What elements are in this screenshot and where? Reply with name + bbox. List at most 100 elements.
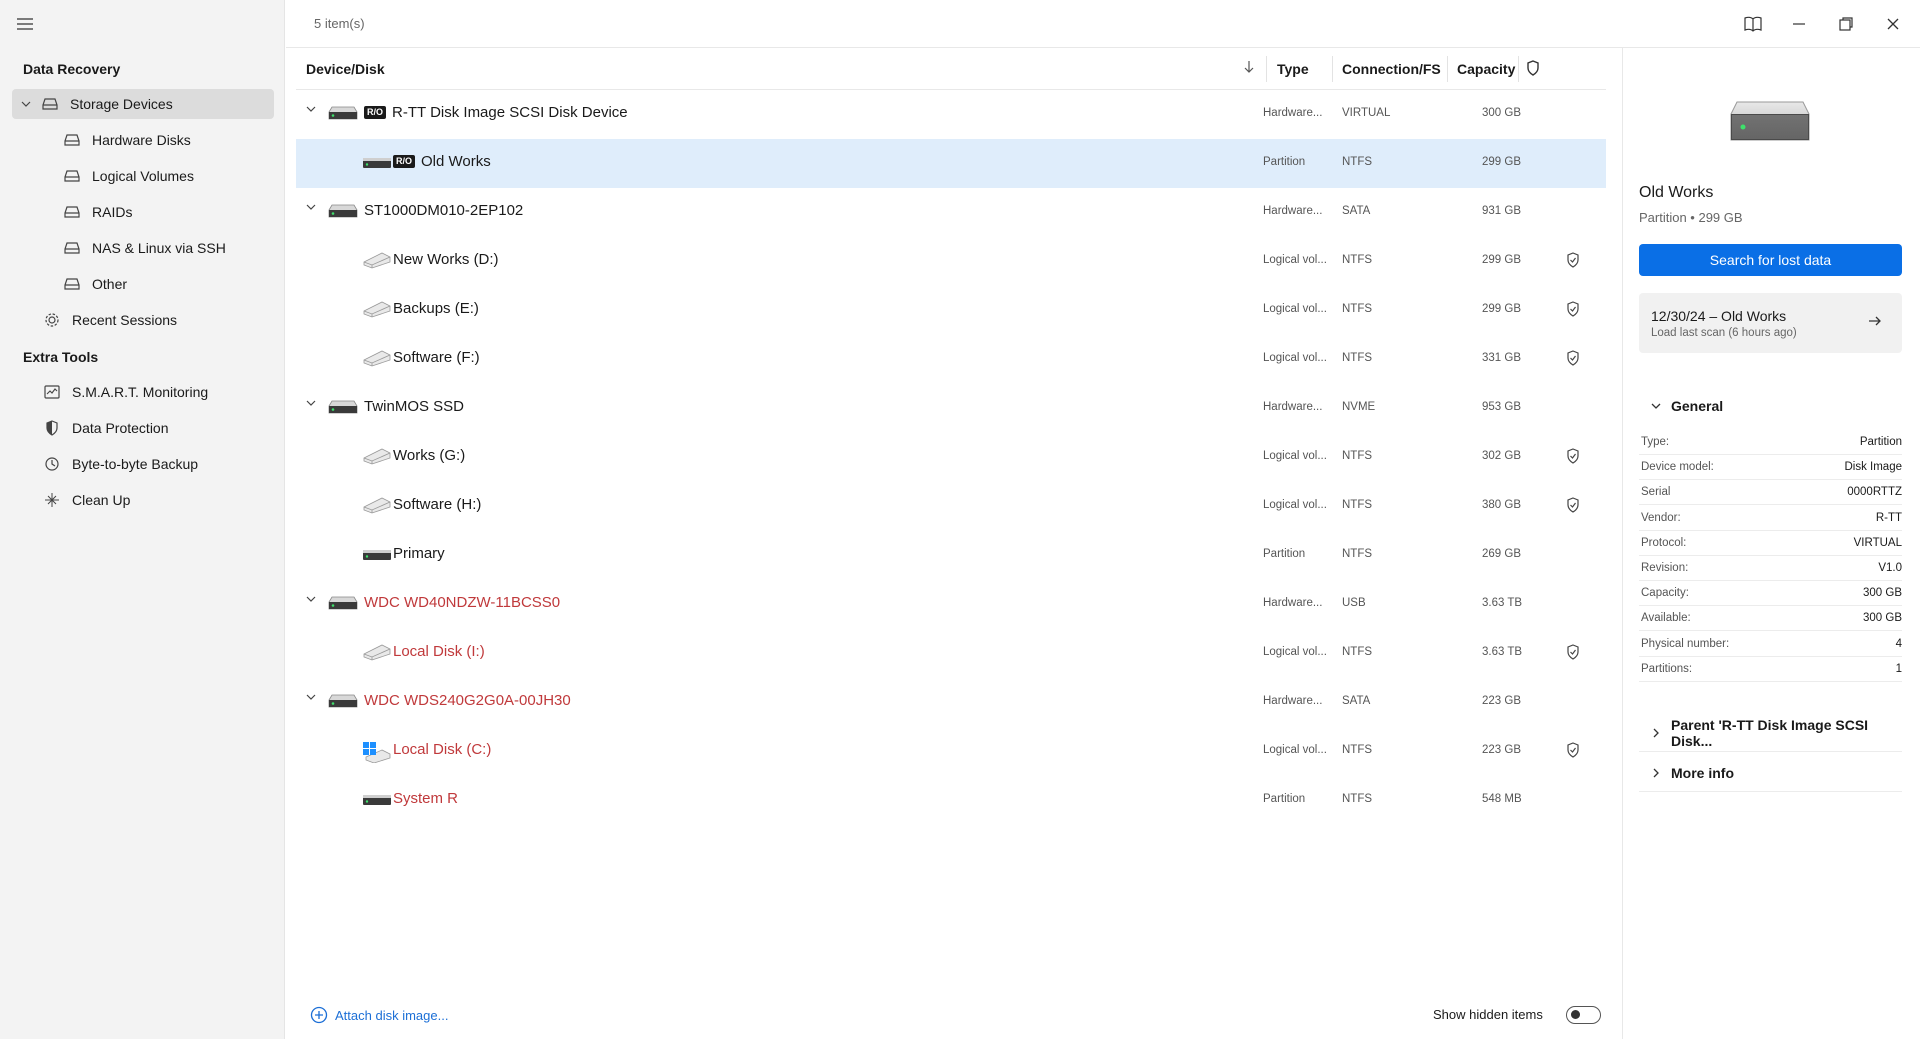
row-name-text: R-TT Disk Image SCSI Disk Device bbox=[392, 104, 628, 121]
hamburger-menu-icon[interactable] bbox=[14, 14, 36, 34]
half-shield-icon bbox=[42, 418, 62, 438]
book-icon[interactable] bbox=[1741, 12, 1765, 36]
chevron-down-icon[interactable] bbox=[18, 96, 34, 112]
chevron-right-icon bbox=[1653, 768, 1659, 778]
shield-icon[interactable] bbox=[1526, 60, 1540, 76]
session-subtitle: Load last scan (6 hours ago) bbox=[1651, 327, 1797, 339]
sidebar-item-smart-monitoring[interactable]: S.M.A.R.T. Monitoring bbox=[12, 377, 274, 407]
row-name-text: Local Disk (I:) bbox=[393, 643, 485, 660]
property-value: R-TT bbox=[1875, 511, 1902, 524]
sidebar-item-recent-sessions[interactable]: Recent Sessions bbox=[12, 305, 274, 335]
row-name: Works (G:) bbox=[393, 447, 465, 464]
partition-icon bbox=[362, 157, 392, 169]
sidebar-item-storage-devices[interactable]: Storage Devices bbox=[12, 89, 274, 119]
partition-icon bbox=[362, 549, 392, 561]
chevron-down-icon[interactable] bbox=[306, 400, 322, 416]
row-name: Local Disk (I:) bbox=[393, 643, 485, 660]
row-connection: SATA bbox=[1342, 205, 1371, 217]
hard-disk-icon bbox=[328, 694, 358, 708]
table-row[interactable]: Local Disk (C:) Logical vol... NTFS 223 GB bbox=[296, 727, 1606, 776]
chevron-down-icon[interactable] bbox=[306, 106, 322, 122]
sort-down-icon[interactable] bbox=[1244, 60, 1254, 74]
row-name-text: Software (F:) bbox=[393, 349, 480, 366]
show-hidden-toggle[interactable] bbox=[1566, 1006, 1601, 1024]
volume-icon bbox=[362, 447, 392, 465]
sidebar-item-other[interactable]: Other bbox=[12, 269, 274, 299]
sidebar-item-logical-volumes[interactable]: Logical Volumes bbox=[12, 161, 274, 191]
row-connection: NTFS bbox=[1342, 646, 1373, 658]
chevron-down-icon[interactable] bbox=[306, 204, 322, 220]
table-row[interactable]: Backups (E:) Logical vol... NTFS 299 GB bbox=[296, 286, 1606, 335]
table-row[interactable]: ST1000DM010-2EP102 Hardware... SATA 931 GB bbox=[296, 188, 1606, 237]
shield-check-icon bbox=[1566, 497, 1580, 513]
more-info-section[interactable]: More info bbox=[1639, 754, 1902, 792]
column-capacity[interactable]: Capacity bbox=[1457, 61, 1515, 77]
sidebar-item-label: Hardware Disks bbox=[92, 132, 191, 148]
sidebar-item-raids[interactable]: RAIDs bbox=[12, 197, 274, 227]
row-connection: NTFS bbox=[1342, 793, 1373, 805]
volume-icon bbox=[362, 496, 392, 514]
row-capacity: 931 GB bbox=[1482, 205, 1521, 217]
property-row: Device model: Disk Image bbox=[1639, 455, 1902, 481]
row-name-text: TwinMOS SSD bbox=[364, 398, 465, 415]
sidebar-item-nas-linux[interactable]: NAS & Linux via SSH bbox=[12, 233, 274, 263]
chevron-right-icon bbox=[1653, 728, 1659, 738]
attach-label: Attach disk image... bbox=[335, 1007, 449, 1023]
row-name-text: Primary bbox=[393, 545, 445, 562]
table-row[interactable]: R/O Old Works Partition NTFS 299 GB bbox=[296, 139, 1606, 188]
property-value: 1 bbox=[1895, 662, 1902, 675]
table-row[interactable]: New Works (D:) Logical vol... NTFS 299 GB bbox=[296, 237, 1606, 286]
table-row[interactable]: Software (F:) Logical vol... NTFS 331 GB bbox=[296, 335, 1606, 384]
table-row[interactable]: Works (G:) Logical vol... NTFS 302 GB bbox=[296, 433, 1606, 482]
sidebar-item-clean-up[interactable]: Clean Up bbox=[12, 485, 274, 515]
table-row[interactable]: WDC WD40NDZW-11BCSS0 Hardware... USB 3.63 T… bbox=[296, 580, 1606, 629]
sidebar-item-hardware-disks[interactable]: Hardware Disks bbox=[12, 125, 274, 155]
arrow-right-icon bbox=[1868, 315, 1882, 327]
column-divider bbox=[1447, 56, 1448, 82]
column-type[interactable]: Type bbox=[1277, 61, 1309, 77]
row-type: Partition bbox=[1263, 548, 1306, 560]
row-capacity: 223 GB bbox=[1482, 744, 1521, 756]
hard-drive-icon bbox=[1729, 100, 1811, 144]
partition-icon bbox=[362, 794, 392, 806]
attach-disk-image-link[interactable]: Attach disk image... bbox=[310, 1006, 448, 1024]
read-only-badge: R/O bbox=[393, 155, 416, 168]
search-lost-data-button[interactable]: Search for lost data bbox=[1639, 244, 1902, 276]
table-row[interactable]: Software (H:) Logical vol... NTFS 380 GB bbox=[296, 482, 1606, 531]
chevron-down-icon[interactable] bbox=[306, 596, 322, 612]
detail-title: Old Works bbox=[1639, 184, 1714, 201]
column-divider bbox=[1332, 56, 1333, 82]
general-section-header[interactable]: General bbox=[1639, 398, 1723, 414]
table-row[interactable]: Local Disk (I:) Logical vol... NTFS 3.63 TB bbox=[296, 629, 1606, 678]
property-value: 300 GB bbox=[1863, 587, 1902, 600]
row-name-text: Software (H:) bbox=[393, 496, 482, 513]
row-name-text: Backups (E:) bbox=[393, 300, 479, 317]
sparkle-icon bbox=[42, 490, 62, 510]
property-row: Vendor: R-TT bbox=[1639, 506, 1902, 531]
property-value: 300 GB bbox=[1863, 612, 1902, 625]
table-row[interactable]: Primary Partition NTFS 269 GB bbox=[296, 531, 1606, 580]
row-connection: SATA bbox=[1342, 695, 1371, 707]
parent-disk-section[interactable]: Parent 'R-TT Disk Image SCSI Disk... bbox=[1639, 714, 1902, 752]
table-row[interactable]: R/O R-TT Disk Image SCSI Disk Device Hardw… bbox=[296, 90, 1606, 139]
table-row[interactable]: TwinMOS SSD Hardware... NVME 953 GB bbox=[296, 384, 1606, 433]
sidebar-item-byte-backup[interactable]: Byte-to-byte Backup bbox=[12, 449, 274, 479]
row-name: Backups (E:) bbox=[393, 300, 479, 317]
column-device[interactable]: Device/Disk bbox=[306, 61, 385, 77]
hard-disk-icon bbox=[328, 596, 358, 610]
chevron-down-icon[interactable] bbox=[306, 694, 322, 710]
table-row[interactable]: System R Partition NTFS 548 MB bbox=[296, 776, 1606, 825]
last-session-card[interactable]: 12/30/24 – Old Works Load last scan (6 h… bbox=[1639, 293, 1902, 353]
table-row[interactable]: WDC WDS240G2G0A-00JH30 Hardware... SATA 223… bbox=[296, 678, 1606, 727]
sidebar-item-data-protection[interactable]: Data Protection bbox=[12, 413, 274, 443]
minimize-button[interactable] bbox=[1787, 12, 1811, 36]
row-name-text: Old Works bbox=[421, 153, 491, 170]
property-key: Physical number: bbox=[1641, 637, 1730, 650]
restore-button[interactable] bbox=[1834, 12, 1858, 36]
column-connection[interactable]: Connection/FS bbox=[1342, 61, 1441, 77]
shield-check-icon bbox=[1566, 448, 1580, 464]
close-icon[interactable] bbox=[1881, 12, 1905, 36]
property-value: 4 bbox=[1895, 637, 1902, 650]
column-divider bbox=[1518, 56, 1519, 82]
row-connection: NTFS bbox=[1342, 254, 1373, 266]
